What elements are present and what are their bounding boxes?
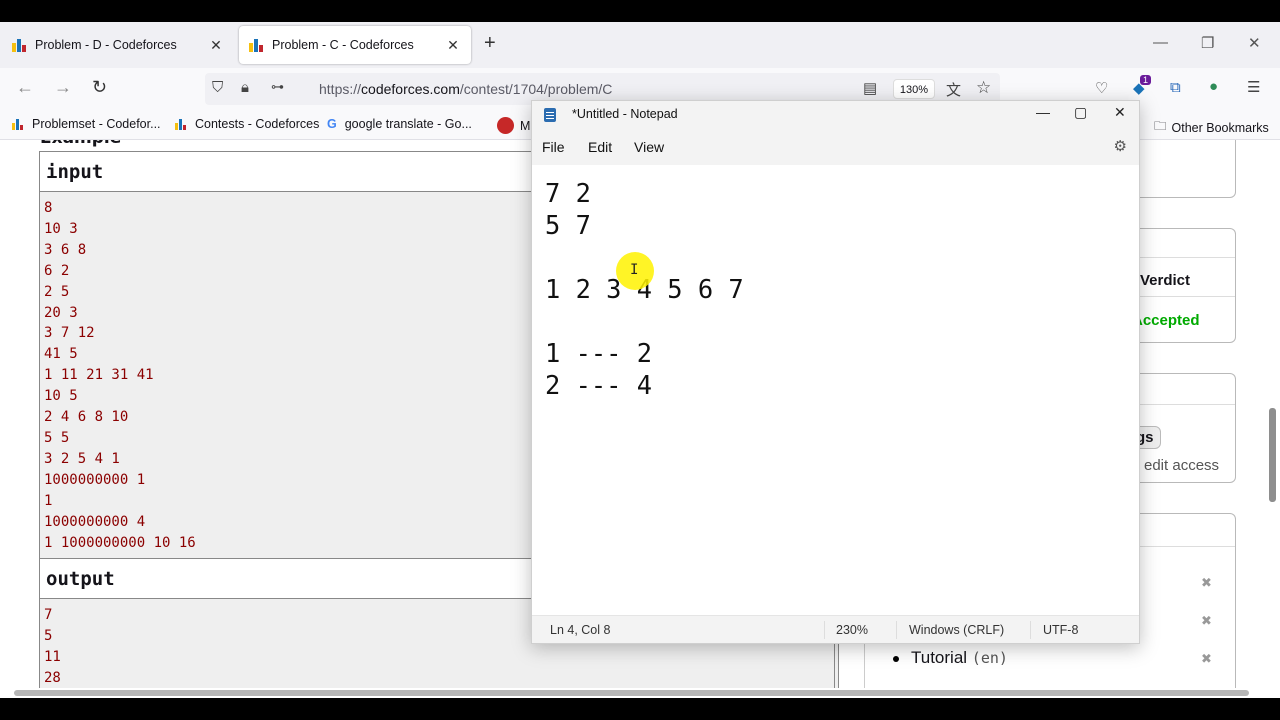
tab-title: Problem - D - Codeforces [35, 38, 177, 52]
notepad-content[interactable]: 7 2 5 7 1 2 3 4 5 6 7 1 --- 2 2 --- 4 [545, 177, 744, 401]
notepad-icon [544, 108, 556, 122]
text-cursor-icon: I [630, 262, 639, 278]
tab-title: Problem - C - Codeforces [272, 38, 414, 52]
notepad-close-button[interactable]: ✕ [1114, 104, 1126, 121]
line-ending-status: Windows (CRLF) [909, 623, 1005, 637]
encoding-status: UTF-8 [1043, 623, 1079, 637]
bullet-icon [893, 655, 899, 662]
materials-box [1140, 513, 1236, 688]
verdict-accepted: Accepted [1132, 312, 1200, 329]
shield-icon[interactable]: ⛉ [212, 79, 223, 96]
close-window-button[interactable]: ✕ [1248, 34, 1261, 52]
other-bookmarks[interactable]: 🗀 Other Bookmarks [1154, 117, 1269, 138]
notepad-window: *Untitled - Notepad — ▢ ✕ File Edit View… [531, 100, 1140, 644]
new-tab-button[interactable]: + [484, 32, 496, 55]
remove-x-icon[interactable]: ✖ [1201, 651, 1212, 667]
horizontal-scrollbar[interactable] [14, 690, 1249, 696]
sidebar-box-top [1140, 140, 1236, 198]
menu-view[interactable]: View [634, 139, 664, 155]
translator-icon[interactable]: ⧉ [1170, 79, 1181, 96]
zoom-level-button[interactable]: 130% [893, 79, 935, 99]
translate-icon[interactable]: 文 [946, 79, 961, 100]
edit-access-text: edit access [1144, 457, 1220, 474]
menu-edit[interactable]: Edit [588, 139, 612, 155]
content-border [834, 640, 835, 688]
lock-icon[interactable]: 🔒︎ [241, 79, 249, 96]
vpn-globe-icon[interactable]: ● [1209, 78, 1218, 95]
remove-x-icon[interactable]: ✖ [1201, 613, 1212, 629]
minimize-window-button[interactable]: — [1153, 34, 1168, 51]
notepad-text-area[interactable]: 7 2 5 7 1 2 3 4 5 6 7 1 --- 2 2 --- 4 [532, 165, 1139, 617]
verdict-label: Verdict [1140, 272, 1191, 289]
sidebar-border [864, 640, 865, 688]
remove-x-icon[interactable]: ✖ [1201, 575, 1212, 591]
bookmark-google-translate[interactable]: G google translate - Go... [327, 117, 472, 131]
verdict-box: Verdict Accepted [1132, 228, 1236, 343]
zoom-status: 230% [836, 623, 868, 637]
notepad-minimize-button[interactable]: — [1036, 104, 1050, 120]
codeforces-favicon-icon [249, 38, 265, 52]
codeforces-favicon-icon [12, 38, 28, 52]
menu-icon[interactable]: ☰ [1247, 78, 1260, 96]
tab-strip: Problem - D - Codeforces ✕ Problem - C -… [0, 22, 1280, 68]
close-tab-icon[interactable]: ✕ [208, 37, 224, 54]
forward-button[interactable]: → [54, 77, 72, 98]
folder-icon: 🗀 [1154, 119, 1167, 133]
reload-button[interactable]: ↻ [92, 77, 107, 98]
tab-problem-d[interactable]: Problem - D - Codeforces ✕ [2, 26, 234, 64]
tab-problem-c[interactable]: Problem - C - Codeforces ✕ [239, 26, 471, 64]
tags-box: gs edit access [1132, 373, 1236, 483]
extension-badge: 1 [1140, 75, 1152, 85]
notepad-maximize-button[interactable]: ▢ [1074, 104, 1087, 121]
restore-window-button[interactable]: ❐ [1201, 34, 1214, 52]
notepad-status-bar: Ln 4, Col 8 230% Windows (CRLF) UTF-8 [532, 615, 1139, 643]
back-button[interactable]: ← [16, 77, 34, 98]
bookmark-contests[interactable]: Contests - Codeforces [175, 117, 319, 131]
notepad-menu-bar: File Edit View ⚙ [532, 129, 1139, 165]
menu-file[interactable]: File [542, 139, 565, 155]
tutorial-link[interactable]: Tutorial (en) [893, 648, 1008, 668]
close-tab-icon[interactable]: ✕ [445, 37, 461, 54]
bookmark-m[interactable]: M [497, 117, 530, 134]
pocket-icon[interactable]: ♡ [1095, 79, 1108, 97]
example-heading: Example [40, 140, 121, 148]
google-icon: G [327, 117, 337, 131]
codeforces-favicon-icon [175, 118, 189, 130]
bookmark-logo-icon [497, 117, 514, 134]
recording-top-bar [0, 0, 1280, 22]
permissions-icon[interactable]: ⊶ [271, 79, 284, 95]
cursor-position: Ln 4, Col 8 [550, 623, 611, 637]
url-text[interactable]: https://codeforces.com/contest/1704/prob… [319, 81, 612, 97]
star-icon[interactable]: ☆ [976, 78, 991, 98]
reader-view-icon[interactable]: ▤ [863, 79, 877, 97]
settings-gear-icon[interactable]: ⚙ [1114, 137, 1127, 155]
notepad-title: *Untitled - Notepad [572, 107, 678, 121]
bookmark-problemset[interactable]: Problemset - Codefor... [12, 117, 161, 131]
notepad-title-bar[interactable]: *Untitled - Notepad — ▢ ✕ [532, 101, 1139, 129]
codeforces-favicon-icon [12, 118, 26, 130]
vertical-scrollbar[interactable] [1269, 408, 1276, 502]
